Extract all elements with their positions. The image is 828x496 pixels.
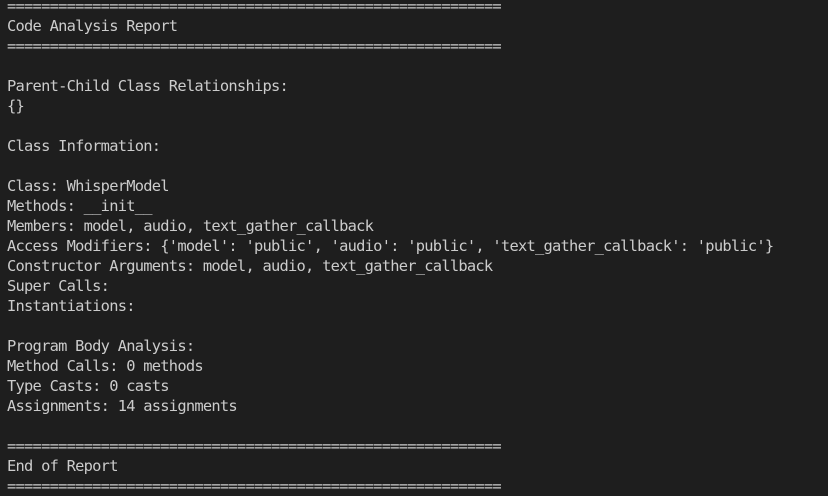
separator-line: ========================================… xyxy=(7,37,502,55)
relationships-heading: Parent-Child Class Relationships: xyxy=(7,77,289,95)
end-of-report: End of Report xyxy=(7,457,118,475)
constructor-args-line: Constructor Arguments: model, audio, tex… xyxy=(7,257,493,275)
body-analysis-heading: Program Body Analysis: xyxy=(7,337,195,355)
super-calls-line: Super Calls: xyxy=(7,277,110,295)
type-casts-line: Type Casts: 0 casts xyxy=(7,377,170,395)
terminal-output[interactable]: ========================================… xyxy=(0,0,828,496)
assignments-line: Assignments: 14 assignments xyxy=(7,397,238,415)
separator-line: ========================================… xyxy=(7,437,502,455)
report-title: Code Analysis Report xyxy=(7,17,178,35)
members-line: Members: model, audio, text_gather_callb… xyxy=(7,217,374,235)
class-name-line: Class: WhisperModel xyxy=(7,177,170,195)
method-calls-line: Method Calls: 0 methods xyxy=(7,357,204,375)
instantiations-line: Instantiations: xyxy=(7,297,136,315)
separator-line: ========================================… xyxy=(7,0,502,15)
separator-line: ========================================… xyxy=(7,477,502,495)
class-info-heading: Class Information: xyxy=(7,137,161,155)
methods-line: Methods: __init__ xyxy=(7,197,153,215)
relationships-value: {} xyxy=(7,97,25,115)
access-modifiers-line: Access Modifiers: {'model': 'public', 'a… xyxy=(7,237,774,255)
